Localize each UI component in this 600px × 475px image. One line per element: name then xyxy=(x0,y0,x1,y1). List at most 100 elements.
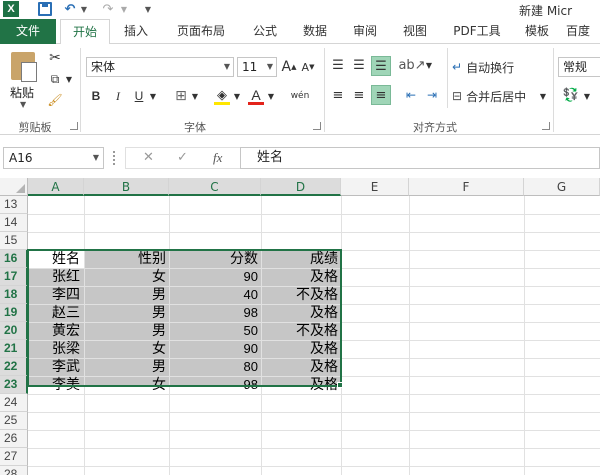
cancel-icon[interactable]: ✕ xyxy=(143,150,154,165)
copy-dropdown-icon[interactable]: ▼ xyxy=(64,72,74,86)
font-color-icon: A xyxy=(251,87,261,103)
align-middle-icon[interactable]: ☰ xyxy=(350,56,368,74)
font-color-button[interactable]: A xyxy=(246,85,266,105)
wrap-text-icon: ↵ xyxy=(452,60,463,74)
redo-dropdown-icon[interactable]: ▼ xyxy=(120,1,128,18)
align-left-icon[interactable]: ≡ xyxy=(329,86,347,104)
worksheet-grid[interactable]: A B C D E F G 13 14 15 16 17 18 19 20 21… xyxy=(0,178,600,475)
row-header[interactable]: 19 xyxy=(0,304,28,322)
column-header-a[interactable]: A xyxy=(28,178,84,196)
enter-icon[interactable]: ✓ xyxy=(177,150,188,165)
row-header[interactable]: 25 xyxy=(0,412,28,430)
ribbon-tabs: 文件 开始 插入 页面布局 公式 数据 审阅 视图 PDF工具 模板 百度 xyxy=(0,19,600,45)
align-right-icon[interactable]: ≡ xyxy=(371,85,391,105)
save-icon[interactable] xyxy=(38,2,52,16)
undo-dropdown-icon[interactable]: ▼ xyxy=(80,1,88,18)
currency-format-icon[interactable]: 💱 xyxy=(562,86,580,104)
alignment-launcher-icon[interactable] xyxy=(542,122,550,130)
paste-paper-icon xyxy=(21,62,37,82)
customize-toolbar-icon[interactable]: ▼ xyxy=(143,1,153,18)
tab-home[interactable]: 开始 xyxy=(60,19,110,45)
underline-dropdown-icon[interactable]: ▼ xyxy=(148,89,158,103)
column-header-c[interactable]: C xyxy=(169,178,261,196)
fill-color-dropdown-icon[interactable]: ▼ xyxy=(232,89,242,103)
name-box-value: A16 xyxy=(9,151,33,165)
clipboard-launcher-icon[interactable] xyxy=(70,122,78,130)
name-box[interactable]: A16 ▼ xyxy=(3,147,104,169)
wrap-text-button[interactable]: ↵ 自动换行 xyxy=(452,57,548,77)
borders-icon[interactable]: ⊞ xyxy=(172,87,190,105)
row-header[interactable]: 24 xyxy=(0,394,28,412)
row-header[interactable]: 26 xyxy=(0,430,28,448)
tab-page-layout[interactable]: 页面布局 xyxy=(166,19,236,44)
font-launcher-icon[interactable] xyxy=(313,122,321,130)
chevron-down-icon: ▼ xyxy=(223,62,230,71)
row-header[interactable]: 20 xyxy=(0,322,28,340)
fill-handle[interactable] xyxy=(337,382,343,388)
format-painter-icon[interactable]: 🖌 xyxy=(46,91,64,109)
excel-logo-icon[interactable]: X xyxy=(3,1,19,17)
column-header-d[interactable]: D xyxy=(261,178,341,196)
row-header[interactable]: 22 xyxy=(0,358,28,376)
tab-file[interactable]: 文件 xyxy=(0,19,56,44)
select-all-button[interactable] xyxy=(0,178,28,196)
grow-font-icon[interactable]: A ▲ xyxy=(281,58,297,76)
row-header[interactable]: 27 xyxy=(0,448,28,466)
decrease-indent-icon[interactable]: ⇤ xyxy=(402,86,420,104)
cut-icon[interactable]: ✂ xyxy=(46,49,64,67)
fill-color-button[interactable]: ◈ xyxy=(212,85,232,105)
row-header[interactable]: 21 xyxy=(0,340,28,358)
bold-button[interactable]: B xyxy=(88,87,104,105)
insert-function-icon[interactable]: fx xyxy=(213,150,222,166)
row-header[interactable]: 13 xyxy=(0,196,28,214)
align-center-icon[interactable]: ≡ xyxy=(350,86,368,104)
tab-insert[interactable]: 插入 xyxy=(115,19,157,44)
shrink-font-icon[interactable]: A ▼ xyxy=(300,58,316,76)
tab-review[interactable]: 审阅 xyxy=(344,19,386,44)
row-header[interactable]: 14 xyxy=(0,214,28,232)
selection-border xyxy=(27,249,342,387)
row-header[interactable]: 15 xyxy=(0,232,28,250)
copy-icon[interactable]: ⧉ xyxy=(46,70,64,88)
row-header[interactable]: 17 xyxy=(0,268,28,286)
column-header-g[interactable]: G xyxy=(524,178,600,196)
italic-button[interactable]: I xyxy=(110,87,126,105)
orientation-icon[interactable]: ab↗ xyxy=(398,56,425,74)
tab-pdf-tools[interactable]: PDF工具 xyxy=(446,19,508,44)
tab-data[interactable]: 数据 xyxy=(294,19,336,44)
align-top-icon[interactable]: ☰ xyxy=(329,56,347,74)
row-header[interactable]: 23 xyxy=(0,376,28,394)
alignment-group-label: 对齐方式 xyxy=(413,121,457,134)
align-bottom-icon[interactable]: ☰ xyxy=(371,56,391,76)
column-header-f[interactable]: F xyxy=(409,178,524,196)
currency-dropdown-icon[interactable]: ▼ xyxy=(582,89,592,103)
borders-dropdown-icon[interactable]: ▼ xyxy=(190,89,200,103)
phonetic-guide-button[interactable]: wén xyxy=(288,86,312,106)
formula-input[interactable]: 姓名 xyxy=(240,147,600,169)
merge-dropdown-icon[interactable]: ▼ xyxy=(538,89,548,103)
column-header-b[interactable]: B xyxy=(84,178,169,196)
increase-indent-icon[interactable]: ⇥ xyxy=(423,86,441,104)
undo-icon[interactable]: ↶ xyxy=(63,1,77,18)
underline-button[interactable]: U xyxy=(131,87,147,105)
orientation-dropdown-icon[interactable]: ▼ xyxy=(424,58,434,72)
tab-view[interactable]: 视图 xyxy=(394,19,436,44)
row-header[interactable]: 18 xyxy=(0,286,28,304)
font-size-select[interactable]: 11 ▼ xyxy=(237,57,277,77)
window-title: 新建 Micr xyxy=(519,4,573,18)
tab-templates[interactable]: 模板 xyxy=(516,19,558,44)
merge-center-button[interactable]: ⊟ 合并后居中 xyxy=(452,86,544,106)
number-format-select[interactable]: 常规 xyxy=(558,57,600,77)
row-header[interactable]: 28 xyxy=(0,466,28,475)
paste-dropdown-icon[interactable]: ▼ xyxy=(20,100,26,109)
tab-formulas[interactable]: 公式 xyxy=(244,19,286,44)
font-color-dropdown-icon[interactable]: ▼ xyxy=(266,89,276,103)
tab-baidu[interactable]: 百度 xyxy=(566,19,600,44)
formula-bar-resize-handle[interactable] xyxy=(113,151,116,165)
font-name-select[interactable]: 宋体 ▼ xyxy=(86,57,234,77)
group-separator xyxy=(447,48,448,108)
fill-color-icon: ◈ xyxy=(217,87,227,103)
column-header-e[interactable]: E xyxy=(341,178,409,196)
row-header[interactable]: 16 xyxy=(0,250,28,268)
redo-icon[interactable]: ↷ xyxy=(101,1,115,18)
